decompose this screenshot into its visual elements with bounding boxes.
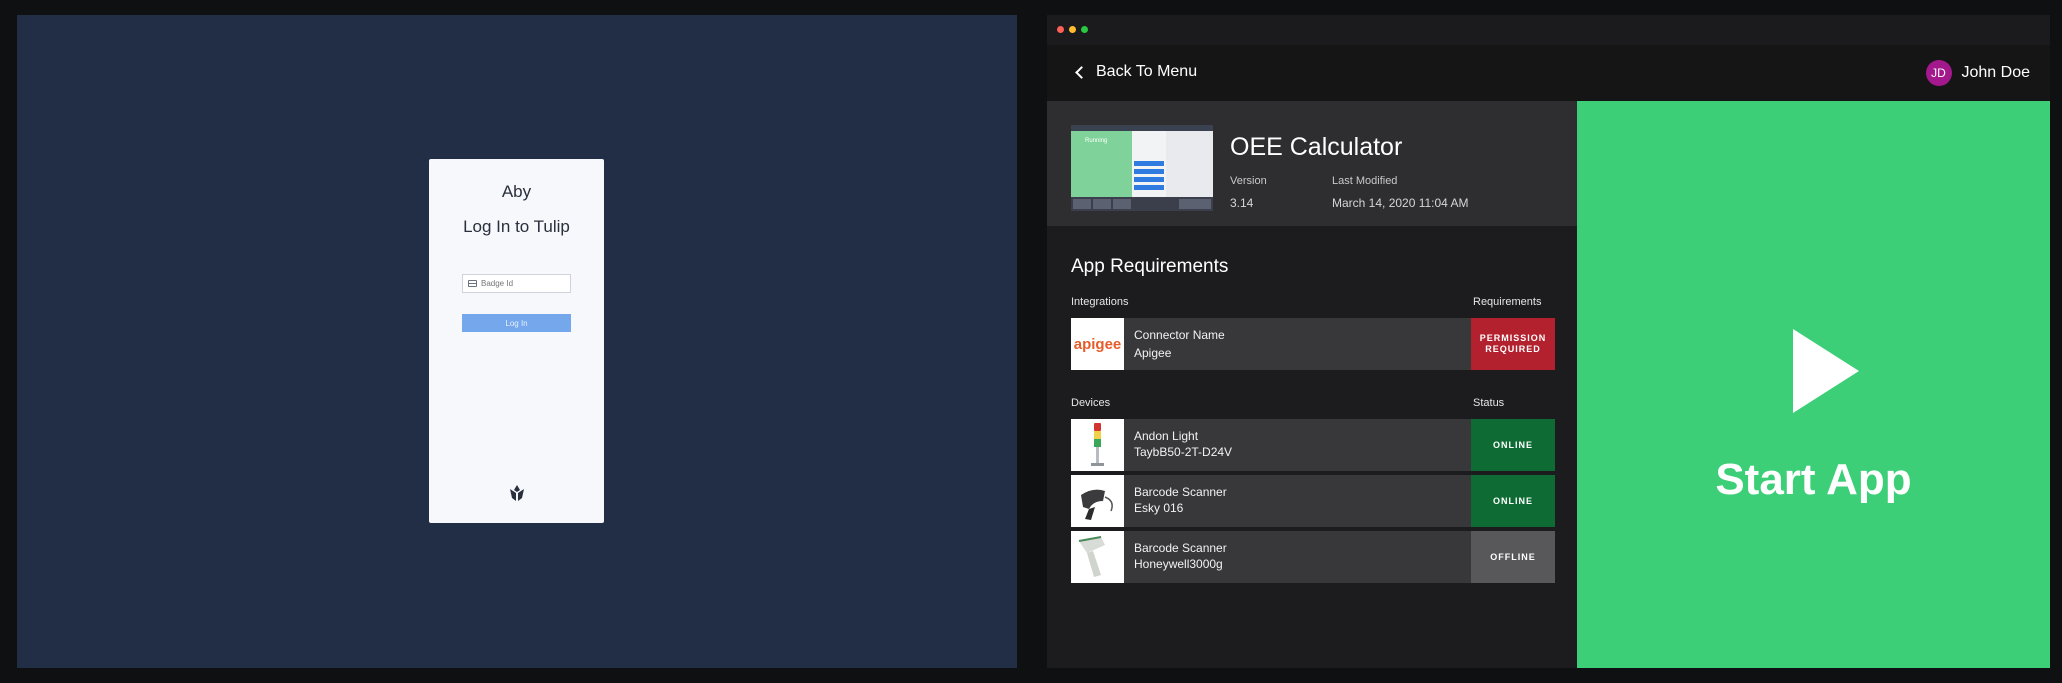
start-app-label: Start App <box>1715 455 1912 504</box>
requirements-title: App Requirements <box>1071 256 1229 277</box>
app-title: OEE Calculator <box>1230 133 1403 161</box>
window-titlebar <box>1047 15 2050 45</box>
device-model: Honeywell3000g <box>1134 557 1223 571</box>
minimize-window-button[interactable] <box>1069 26 1076 33</box>
device-type: Andon Light <box>1134 429 1199 443</box>
chevron-left-icon <box>1075 65 1088 79</box>
status-header: Status <box>1473 397 1505 409</box>
app-thumbnail: Running <box>1071 125 1213 211</box>
device-type: Barcode Scanner <box>1134 485 1227 499</box>
integration-row[interactable]: apigee Connector Name Apigee PERMISSION R… <box>1071 318 1555 370</box>
badge-card-icon <box>468 280 477 287</box>
app-requirements: App Requirements Integrations Requiremen… <box>1047 226 1577 668</box>
apigee-logo-icon: apigee <box>1071 318 1124 370</box>
play-icon <box>1793 329 1859 413</box>
top-bar: Back To Menu JD John Doe <box>1047 45 2050 101</box>
device-row[interactable]: Barcode Scanner Honeywell3000g OFFLINE <box>1071 531 1555 583</box>
app-header: Running OEE Calculator Version 3.14 Last… <box>1047 101 1577 226</box>
start-app-button[interactable]: Start App <box>1577 101 2050 668</box>
user-menu[interactable]: JD John Doe <box>1925 60 2031 86</box>
maximize-window-button[interactable] <box>1081 26 1088 33</box>
version-label: Version <box>1230 175 1267 187</box>
last-modified-value: March 14, 2020 11:04 AM <box>1332 196 1469 210</box>
device-model: TaybB50-2T-D24V <box>1134 445 1233 459</box>
last-modified-label: Last Modified <box>1332 175 1398 187</box>
version-value: 3.14 <box>1230 196 1254 210</box>
integrations-header: Integrations <box>1071 296 1129 308</box>
player-window: Back To Menu JD John Doe Running OEE Cal… <box>1047 15 2050 668</box>
back-to-menu-button[interactable]: Back To Menu <box>1073 63 1197 81</box>
device-row[interactable]: Barcode Scanner Esky 016 ONLINE <box>1071 475 1555 527</box>
badge-id-input[interactable] <box>481 279 561 288</box>
offline-status-badge: OFFLINE <box>1471 531 1555 583</box>
device-model: Esky 016 <box>1134 501 1184 515</box>
back-to-menu-label: Back To Menu <box>1096 63 1198 80</box>
station-name: Aby <box>501 182 532 201</box>
avatar: JD <box>1925 60 1952 86</box>
integration-label: Connector Name <box>1134 328 1225 342</box>
integration-name: Apigee <box>1134 346 1172 360</box>
barcode-scanner-icon <box>1071 531 1124 583</box>
permission-required-badge[interactable]: PERMISSION REQUIRED <box>1471 318 1555 370</box>
device-type: Barcode Scanner <box>1134 541 1227 555</box>
andon-light-icon <box>1071 419 1124 471</box>
device-row[interactable]: Andon Light TaybB50-2T-D24V ONLINE <box>1071 419 1555 471</box>
login-title: Log In to Tulip <box>463 217 570 236</box>
requirements-header: Requirements <box>1473 296 1542 308</box>
devices-header: Devices <box>1071 397 1111 409</box>
close-window-button[interactable] <box>1057 26 1064 33</box>
barcode-scanner-icon <box>1071 475 1124 527</box>
user-name: John Doe <box>1961 64 2031 81</box>
thumbnail-status-text: Running <box>1085 138 1107 144</box>
online-status-badge: ONLINE <box>1471 475 1555 527</box>
login-card: Aby Log In to Tulip Log In <box>429 159 604 523</box>
svg-text:apigee: apigee <box>1074 336 1122 353</box>
log-in-button[interactable]: Log In <box>462 314 571 332</box>
login-screen: Aby Log In to Tulip Log In <box>17 15 1017 668</box>
online-status-badge: ONLINE <box>1471 419 1555 471</box>
tulip-logo-icon <box>510 485 524 501</box>
badge-id-field[interactable] <box>462 274 571 293</box>
